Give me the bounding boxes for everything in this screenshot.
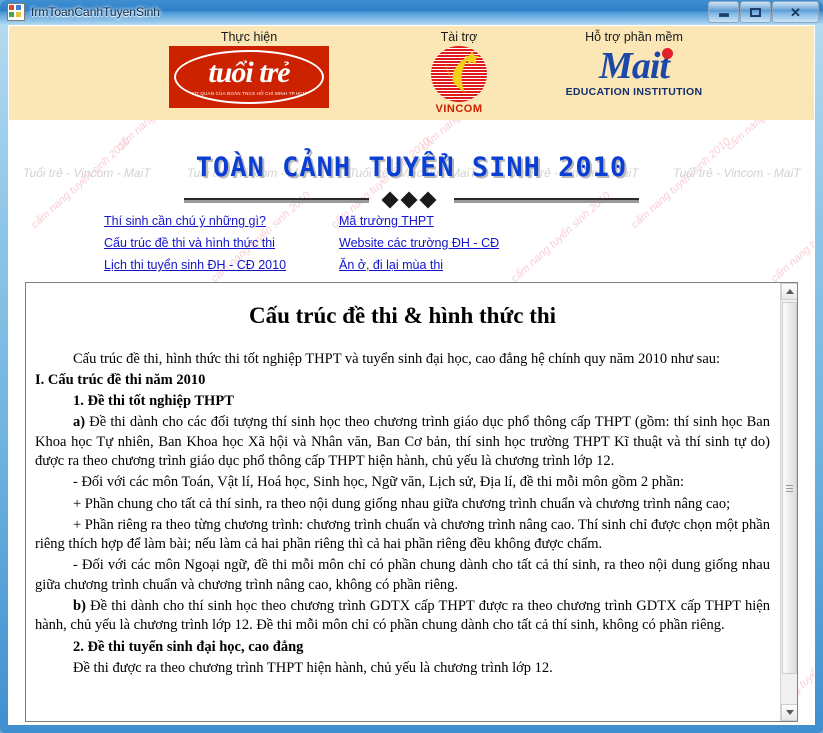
- close-button[interactable]: ✕: [772, 1, 819, 23]
- document-paragraph: b) Đề thi dành cho thí sinh học theo chư…: [35, 597, 770, 636]
- minimize-icon: [718, 13, 729, 17]
- document-paragraph: Cấu trúc đề thi, hình thức thi tốt nghiệ…: [73, 350, 721, 367]
- document-paragraph: Đề thi được ra theo chương trình THPT hi…: [73, 659, 553, 676]
- web-page: cẩm nang tuyển sinh 2010 cẩm nang tuyển …: [9, 26, 814, 724]
- sponsor-tuoitre: Thực hiện tuổi trẻ CƠ QUAN CỦA ĐOÀN TNCS…: [159, 30, 339, 108]
- window-title: frmToanCanhTuyenSinh: [31, 5, 160, 19]
- divider-bar-left: [184, 198, 369, 203]
- vincom-logo: VINCOM: [423, 46, 495, 115]
- minimize-button[interactable]: [708, 1, 739, 23]
- document-body: Cấu trúc đề thi & hình thức thi Cấu trúc…: [35, 301, 770, 678]
- link-lich-thi-tuyen-sinh[interactable]: Lịch thi tuyển sinh ĐH - CĐ 2010: [104, 258, 286, 272]
- browser-client-area: cẩm nang tuyển sinh 2010 cẩm nang tuyển …: [8, 25, 815, 725]
- mait-subtitle: EDUCATION INSTITUTION: [565, 86, 703, 98]
- sponsor-vincom: Tài trợ VINCOM: [399, 30, 519, 115]
- scroll-down-button[interactable]: [781, 704, 797, 721]
- form-icon: [7, 3, 25, 21]
- mait-dot-icon: [662, 48, 673, 59]
- scroll-thumb-grip-icon: [786, 483, 793, 494]
- tuoitre-subtitle: CƠ QUAN CỦA ĐOÀN TNCS HỒ CHÍ MINH TP.HCM: [191, 91, 307, 96]
- maximize-icon: [750, 7, 761, 17]
- title-bar: frmToanCanhTuyenSinh ✕: [0, 0, 823, 24]
- vincom-swoosh-icon: [445, 51, 480, 92]
- scroll-up-arrow-icon: [785, 289, 794, 294]
- scroll-down-arrow-icon: [785, 710, 794, 715]
- sponsor-caption: Thực hiện: [220, 30, 278, 44]
- maximize-button[interactable]: [740, 1, 771, 23]
- content-panel: Cấu trúc đề thi & hình thức thi Cấu trúc…: [25, 282, 798, 722]
- sponsor-caption: Tài trợ: [440, 30, 478, 44]
- document-paragraph: I. Cấu trúc đề thi năm 2010: [35, 371, 206, 388]
- diamond-icon: [381, 191, 399, 209]
- content-scroll-area: Cấu trúc đề thi & hình thức thi Cấu trúc…: [26, 283, 779, 721]
- vincom-mark-icon: [431, 46, 487, 102]
- document-paragraph: a) Đề thi dành cho các đối tượng thí sin…: [35, 413, 770, 471]
- paragraph-text: Đề thi dành cho thí sinh học theo chương…: [35, 597, 770, 634]
- vincom-wordmark: VINCOM: [435, 103, 483, 115]
- document-paragraph: + Phần riêng ra theo từng chương trình: …: [35, 516, 770, 553]
- title-divider: [184, 191, 639, 209]
- application-window: frmToanCanhTuyenSinh ✕ cẩm nang tuyển si…: [0, 0, 823, 733]
- paragraph-lead: a): [73, 414, 86, 431]
- tuoitre-logo: tuổi trẻ CƠ QUAN CỦA ĐOÀN TNCS HỒ CHÍ MI…: [169, 46, 329, 108]
- tuoitre-wordmark: tuổi trẻ: [208, 56, 290, 89]
- page-title: TOÀN CẢNH TUYỂN SINH 2010: [195, 152, 628, 183]
- paragraph-lead: b): [73, 597, 86, 614]
- document-heading: Cấu trúc đề thi & hình thức thi: [248, 303, 557, 328]
- link-website-cac-truong[interactable]: Website các trường ĐH - CĐ: [339, 236, 499, 250]
- link-an-o-di-lai-mua-thi[interactable]: Ăn ở, đi lại mùa thi: [339, 258, 443, 272]
- document-paragraph: 2. Đề thi tuyển sinh đại học, cao đẳng: [73, 638, 304, 655]
- scroll-thumb[interactable]: [782, 302, 797, 674]
- document-paragraph: - Đối với các môn Ngoại ngữ, đề thi mỗi …: [35, 557, 770, 593]
- diamond-icon: [400, 191, 418, 209]
- watermark-pink: cẩm nang tuyển sinh 2010: [629, 135, 733, 231]
- document-paragraph: - Đối với các môn Toán, Vật lí, Hoá học,…: [73, 474, 685, 491]
- window-controls: ✕: [707, 1, 819, 23]
- mait-wordmark-text: Mait: [599, 45, 670, 87]
- document-paragraph: + Phần chung cho tất cả thí sinh, ra the…: [73, 495, 731, 512]
- scroll-up-button[interactable]: [781, 283, 797, 300]
- link-cau-truc-de-thi[interactable]: Cấu trúc đề thi và hình thức thi: [104, 236, 275, 250]
- paragraph-text: Đề thi dành cho các đối tượng thí sinh h…: [35, 414, 770, 469]
- diamond-icon: [419, 191, 437, 209]
- mait-logo: Mait EDUCATION INSTITUTION: [559, 46, 709, 98]
- document-paragraph: 1. Đề thi tốt nghiệp THPT: [73, 393, 234, 410]
- watermark-pink: cẩm nang tuyển sinh 2010: [769, 190, 814, 285]
- link-ma-truong-thpt[interactable]: Mã trường THPT: [339, 214, 434, 228]
- sponsor-caption: Hỗ trợ phần mềm: [585, 30, 683, 44]
- divider-bar-right: [454, 198, 639, 203]
- link-thi-sinh-can-chu-y[interactable]: Thí sinh cần chú ý những gì?: [104, 214, 266, 228]
- mait-wordmark: Mait: [559, 46, 709, 86]
- sponsor-mait: Hỗ trợ phần mềm Mait EDUCATION INSTITUTI…: [539, 30, 729, 98]
- vertical-scrollbar[interactable]: [780, 283, 797, 721]
- close-icon: ✕: [790, 4, 801, 20]
- sponsor-banner: Thực hiện tuổi trẻ CƠ QUAN CỦA ĐOÀN TNCS…: [9, 26, 814, 120]
